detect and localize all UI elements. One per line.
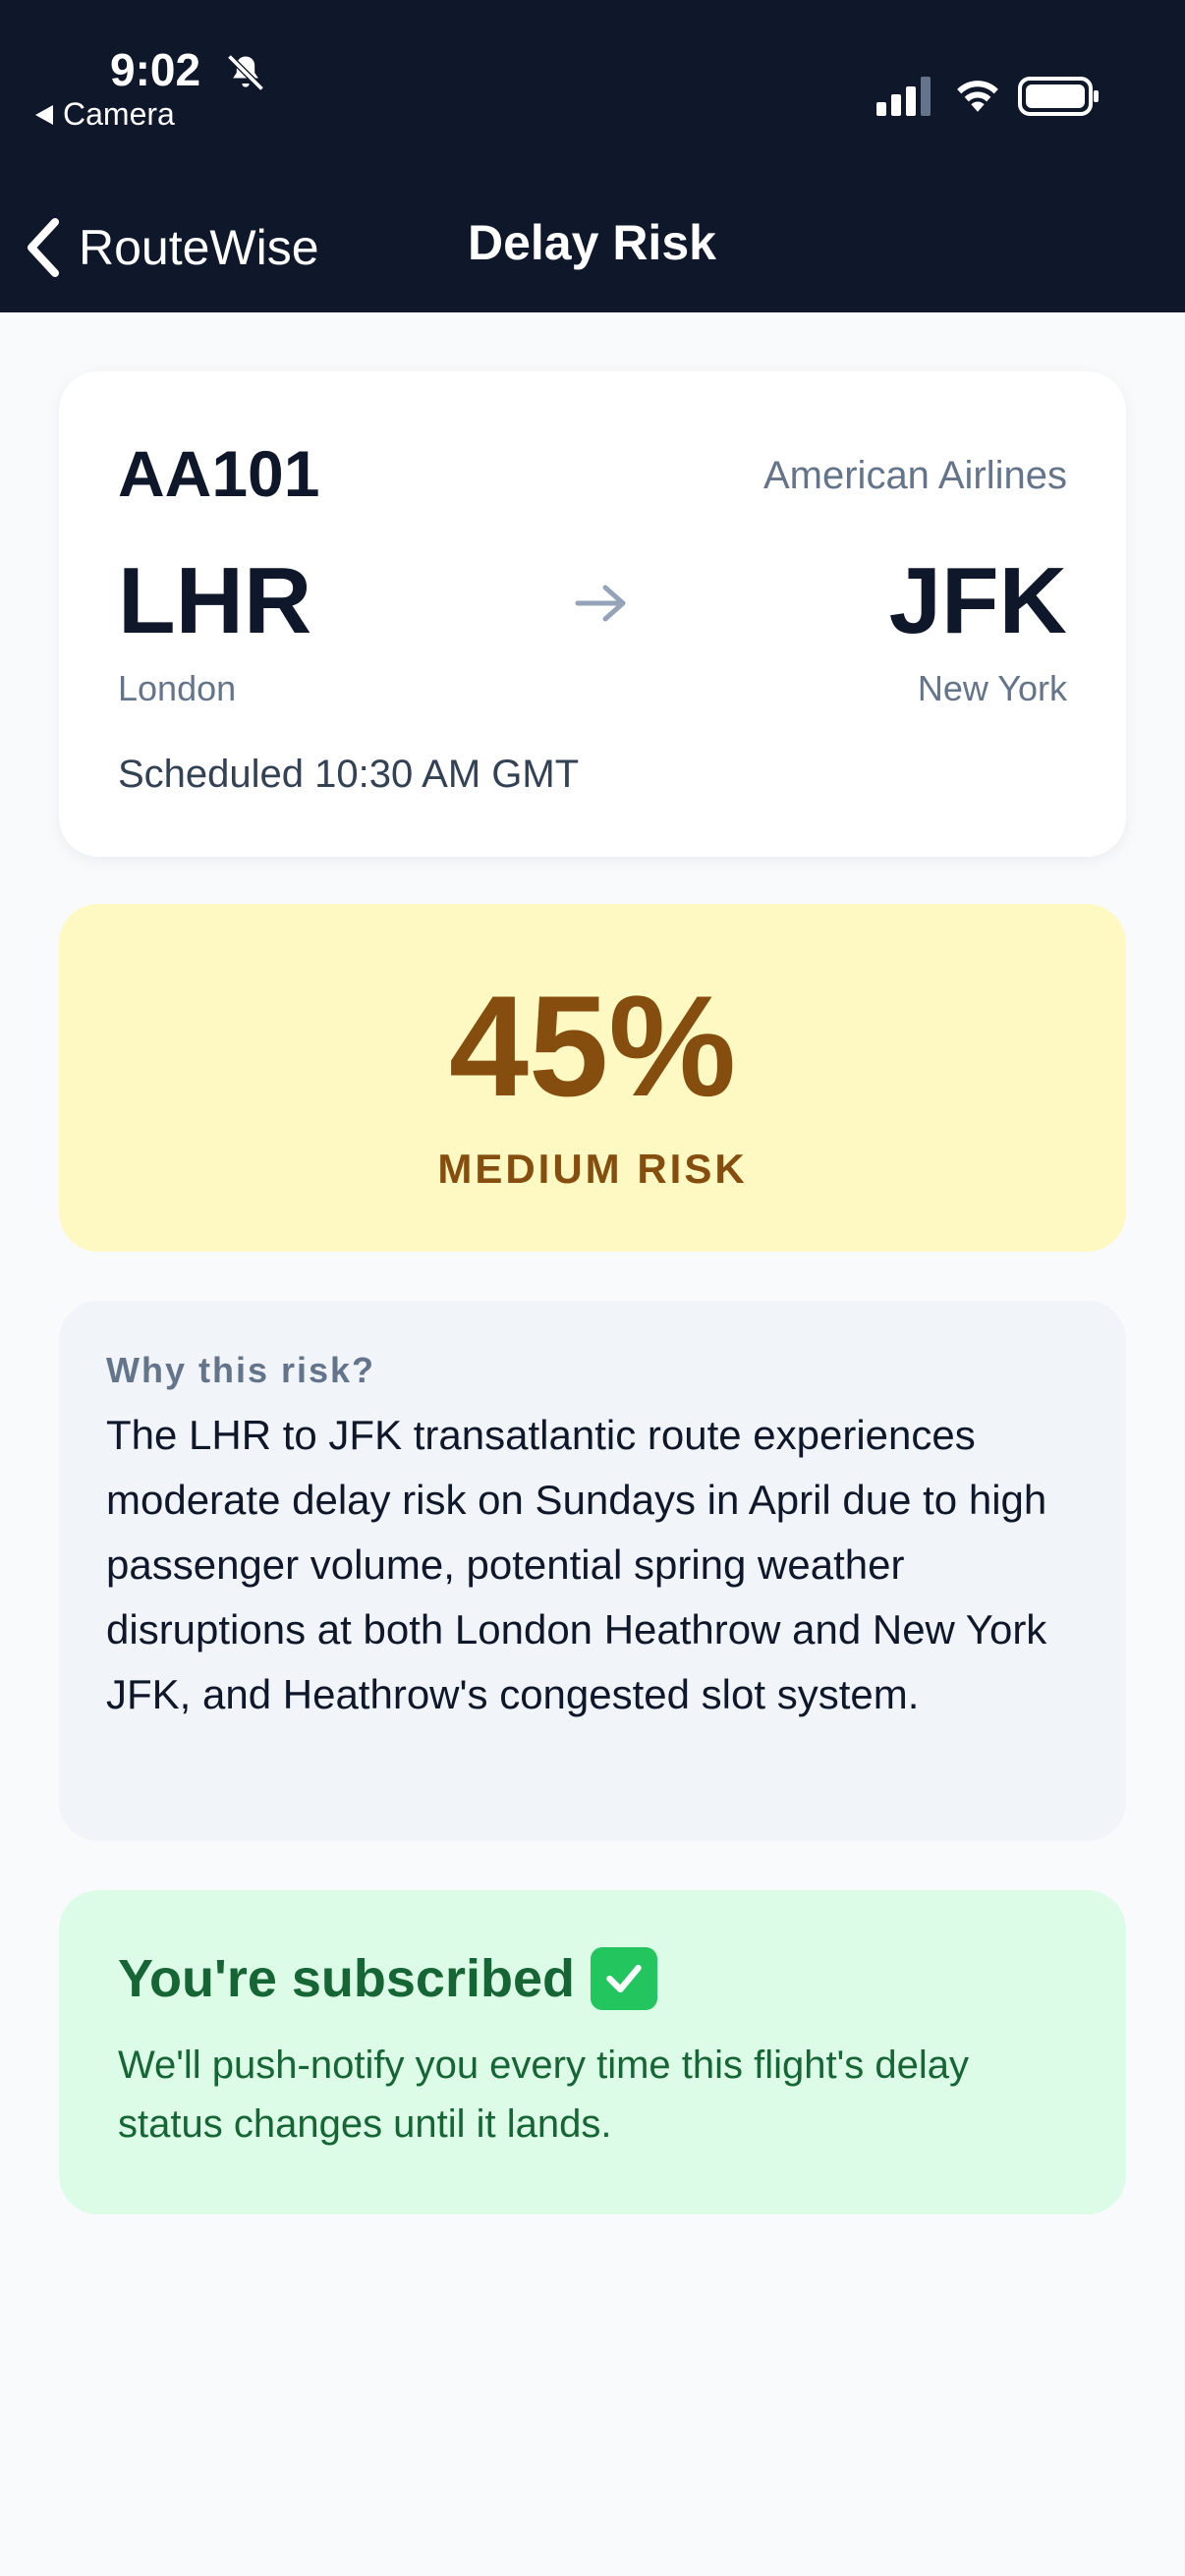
chevron-left-icon [28,218,59,277]
origin-city: London [118,668,237,708]
origin-code: LHR [118,548,312,653]
scheduled-time: Scheduled 10:30 AM GMT [118,753,580,796]
arrow-right-icon [575,585,626,622]
destination-code: JFK [888,548,1067,653]
risk-level: MEDIUM RISK [437,1146,748,1192]
battery-icon [1018,77,1099,116]
destination-city: New York [917,668,1067,708]
nav-back-button[interactable]: RouteWise [24,216,319,279]
subscription-title-row: You're subscribed [118,1947,657,2010]
subscription-card: You're subscribed We'll push-notify you … [59,1890,1126,2214]
why-risk-card: Why this risk? The LHR to JFK transatlan… [59,1301,1126,1841]
back-triangle-icon [35,104,53,125]
bell-slash-icon [227,54,264,91]
wifi-icon [957,81,998,112]
cellular-signal-icon [876,77,931,116]
top-bar: 9:02 Camera RouteWise Delay Risk [0,0,1185,312]
nav-back-label: RouteWise [79,220,319,275]
risk-card: 45% MEDIUM RISK [59,904,1126,1252]
why-risk-title: Why this risk? [106,1350,376,1390]
subscription-title: You're subscribed [118,1949,575,2008]
page-title: Delay Risk [468,215,716,270]
back-app-label: Camera [63,96,175,132]
airline-name: American Airlines [762,454,1067,497]
flight-number: AA101 [118,437,320,510]
back-to-app-link[interactable]: Camera [35,96,175,133]
risk-percentage: 45% [448,966,737,1126]
flight-card: AA101 American Airlines LHR JFK London N… [59,371,1126,857]
why-risk-body: The LHR to JFK transatlantic route exper… [106,1412,1047,1717]
subscription-body: We'll push-notify you every time this fl… [118,2044,970,2146]
status-time: 9:02 [110,44,201,95]
check-mark-icon [590,1947,657,2010]
